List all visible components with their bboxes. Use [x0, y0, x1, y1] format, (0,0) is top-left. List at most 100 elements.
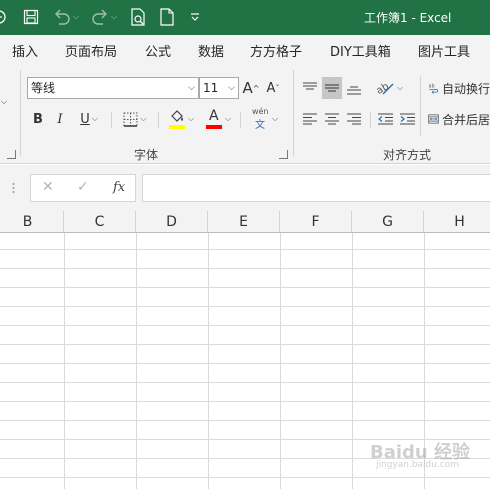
ribbon: ⌵ 等线 ⌵ 11 ⌵ A ^ Aˇ B I U ⌵ ⌵ ⌵ A ⌵ wén 文…	[0, 64, 490, 164]
font-name-dropdown[interactable]: 等线 ⌵	[27, 77, 199, 99]
align-top-button[interactable]	[300, 77, 320, 99]
print-preview-icon[interactable]	[128, 6, 148, 28]
cancel-icon[interactable]: ✕	[42, 179, 54, 195]
wrap-text-label: 自动换行	[441, 81, 490, 96]
borders-button[interactable]: ⌵	[117, 108, 153, 130]
column-header-e[interactable]: E	[208, 211, 280, 233]
column-header-b[interactable]: B	[0, 211, 64, 233]
separator	[158, 112, 159, 128]
tab-formulas[interactable]: 公式	[145, 41, 171, 60]
fill-color-swatch	[168, 125, 185, 129]
enter-icon[interactable]: ✓	[77, 179, 89, 195]
watermark-url: jingyan.baidu.com	[376, 460, 460, 470]
font-size-value: 11	[203, 81, 219, 95]
underline-label: U	[80, 111, 90, 127]
wrap-text-icon: ab	[429, 83, 438, 94]
align-center-button[interactable]	[322, 108, 342, 130]
separator	[370, 112, 371, 128]
gridline	[280, 233, 281, 489]
tab-diy-toolbox[interactable]: DIY工具箱	[330, 41, 391, 60]
chevron-down-icon: ⌵	[140, 114, 147, 123]
bold-button[interactable]: B	[29, 108, 47, 130]
font-dialog-launcher-icon[interactable]	[7, 150, 16, 159]
shrink-font-label: A	[266, 80, 276, 96]
wrap-text-button[interactable]: ab 自动换行	[428, 77, 490, 99]
separator	[420, 76, 421, 136]
align-bottom-icon	[347, 86, 361, 95]
tab-fangfang[interactable]: 方方格子	[250, 41, 302, 60]
svg-text:ab: ab	[429, 83, 435, 89]
column-header-c[interactable]: C	[64, 211, 136, 233]
paste-dropdown-icon[interactable]: ⌵	[0, 96, 8, 108]
borders-icon	[123, 112, 138, 127]
gridline	[0, 363, 490, 364]
separator	[240, 112, 241, 128]
font-settings-launcher-icon[interactable]	[279, 150, 288, 159]
new-file-icon[interactable]	[157, 6, 177, 28]
align-right-button[interactable]	[344, 108, 364, 130]
column-header-d[interactable]: D	[136, 211, 208, 233]
app-menu-icon[interactable]	[0, 6, 10, 28]
redo-icon[interactable]: ⌵	[88, 6, 120, 28]
gridline	[0, 249, 490, 250]
underline-button[interactable]: U ⌵	[72, 108, 106, 130]
separator	[111, 112, 112, 128]
chevron-down-icon: ⌵	[188, 83, 195, 93]
drag-handle-icon[interactable]	[12, 181, 15, 195]
insert-function-icon[interactable]: fx	[113, 180, 125, 195]
shrink-font-button[interactable]: Aˇ	[264, 77, 282, 99]
decrease-indent-icon	[377, 113, 393, 125]
group-separator	[293, 70, 294, 156]
gridline	[0, 401, 490, 402]
tab-picture-tools[interactable]: 图片工具	[418, 41, 470, 60]
tab-insert[interactable]: 插入	[12, 41, 38, 60]
gridline	[0, 325, 490, 326]
align-middle-button[interactable]	[322, 77, 342, 99]
align-top-icon	[303, 82, 317, 90]
phonetic-guide-button[interactable]: wén 文 ⌵	[246, 106, 282, 132]
caret-down-icon: ˇ	[275, 83, 280, 93]
tab-data[interactable]: 数据	[198, 41, 224, 60]
gridline	[136, 233, 137, 489]
tab-page-layout[interactable]: 页面布局	[65, 41, 117, 60]
italic-button[interactable]: I	[51, 108, 69, 130]
increase-indent-button[interactable]	[397, 108, 417, 130]
align-center-icon	[325, 113, 339, 125]
fill-color-button[interactable]: ⌵	[163, 107, 199, 131]
merge-center-label: 合并后居	[441, 112, 490, 127]
chevron-down-icon: ⌵	[187, 114, 195, 123]
decrease-indent-button[interactable]	[375, 108, 395, 130]
orientation-button[interactable]: ab ⌵	[373, 77, 407, 99]
save-icon[interactable]	[20, 6, 42, 28]
font-color-letter: A	[208, 108, 219, 124]
column-header-f[interactable]: F	[280, 211, 352, 233]
font-color-button[interactable]: A ⌵	[200, 107, 236, 131]
chevron-down-icon: ⌵	[396, 83, 404, 92]
gridline	[0, 287, 490, 288]
increase-indent-icon	[399, 113, 415, 125]
align-left-button[interactable]	[300, 108, 320, 130]
alignment-group-label: 对齐方式	[383, 148, 432, 162]
chevron-down-icon: ⌵	[271, 114, 279, 123]
gridline	[64, 233, 65, 489]
font-color-swatch	[205, 125, 222, 129]
gridline	[0, 420, 490, 421]
column-header-h[interactable]: H	[424, 211, 490, 233]
text-orientation-icon: ab	[377, 81, 394, 96]
merge-center-button[interactable]: 合并后居	[428, 108, 490, 130]
gridline	[208, 233, 209, 489]
gridline	[0, 268, 490, 269]
align-bottom-button[interactable]	[344, 77, 364, 99]
group-separator	[20, 70, 21, 156]
font-group-label: 字体	[134, 148, 159, 162]
undo-icon[interactable]: ⌵	[50, 6, 82, 28]
grow-font-button[interactable]: A ^	[242, 77, 260, 99]
gridline	[352, 233, 353, 489]
column-header-g[interactable]: G	[352, 211, 424, 233]
customize-qat-icon[interactable]	[187, 6, 203, 28]
title-bar: ⌵ ⌵ 工作簿1 - Excel	[0, 0, 490, 35]
phonetic-top: wén	[251, 107, 269, 116]
formula-actions: ✕ ✓ fx	[30, 174, 136, 202]
formula-input[interactable]	[142, 174, 490, 202]
font-size-dropdown[interactable]: 11 ⌵	[199, 77, 239, 99]
